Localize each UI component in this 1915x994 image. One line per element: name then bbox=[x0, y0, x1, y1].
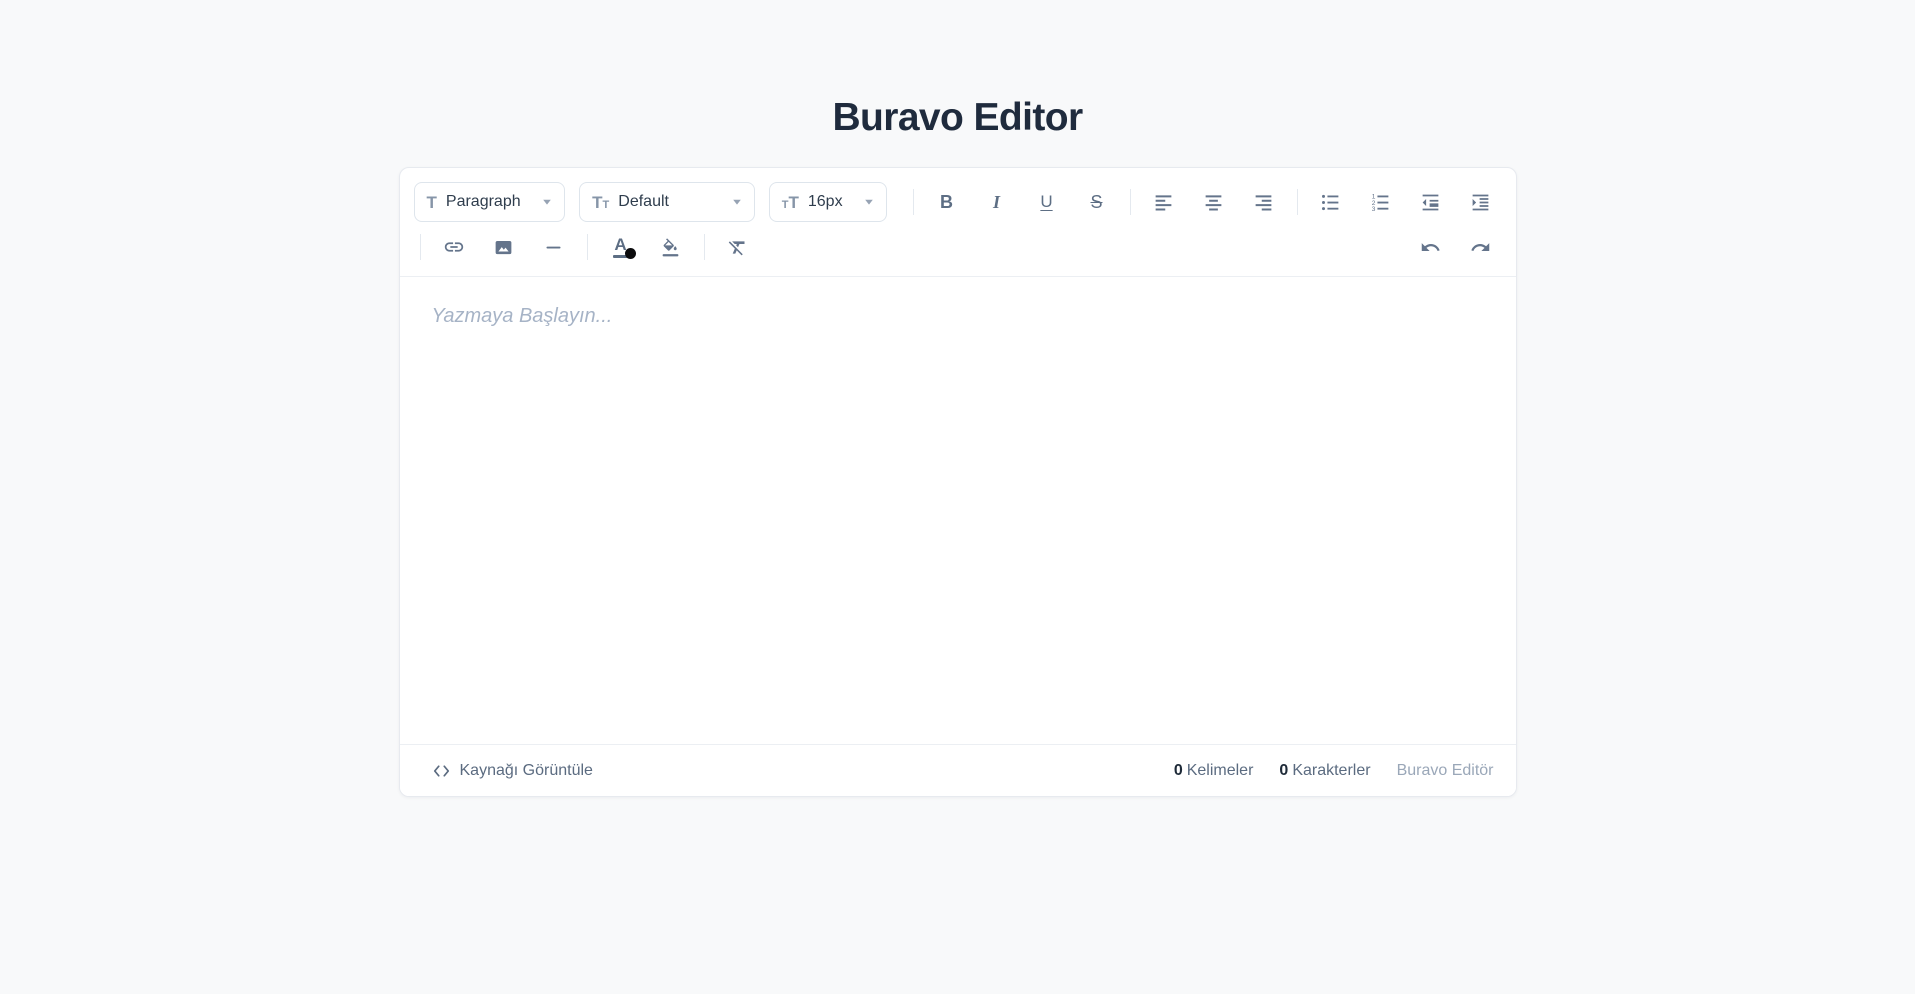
view-source-label: Kaynağı Görüntüle bbox=[460, 762, 593, 780]
link-button[interactable] bbox=[433, 230, 475, 264]
word-count-value: 0 bbox=[1174, 762, 1183, 779]
font-size-dropdown[interactable]: TT 16px bbox=[769, 182, 887, 222]
chevron-down-icon bbox=[542, 198, 552, 206]
toolbar-divider bbox=[704, 234, 705, 260]
horizontal-rule-button[interactable] bbox=[533, 230, 575, 264]
paragraph-style-value: Paragraph bbox=[446, 193, 521, 211]
horizontal-rule-icon bbox=[543, 237, 564, 258]
ordered-list-icon: 1 2 3 bbox=[1370, 192, 1391, 213]
toolbar-row-1: T Paragraph TT Default TT 16px bbox=[414, 182, 1502, 222]
font-size-icon: TT bbox=[782, 194, 799, 211]
image-button[interactable] bbox=[483, 230, 525, 264]
current-color-dot bbox=[625, 248, 636, 259]
strikethrough-icon: S bbox=[1090, 192, 1102, 213]
indent-button[interactable] bbox=[1460, 185, 1502, 219]
list-group: 1 2 3 bbox=[1310, 185, 1502, 219]
bold-icon: B bbox=[940, 192, 953, 213]
char-count-value: 0 bbox=[1279, 762, 1288, 779]
highlight-color-icon bbox=[660, 237, 681, 258]
unordered-list-icon bbox=[1320, 192, 1341, 213]
color-group: A bbox=[600, 230, 692, 264]
redo-icon bbox=[1470, 237, 1491, 258]
link-icon bbox=[443, 236, 465, 258]
text-color-button[interactable]: A bbox=[600, 230, 642, 264]
outdent-icon bbox=[1420, 192, 1441, 213]
align-right-icon bbox=[1253, 192, 1274, 213]
indent-icon bbox=[1470, 192, 1491, 213]
align-center-button[interactable] bbox=[1193, 185, 1235, 219]
align-group bbox=[1143, 185, 1285, 219]
ordered-list-icon-number: 3 bbox=[1372, 205, 1376, 212]
underline-button[interactable]: U bbox=[1026, 185, 1068, 219]
align-left-icon bbox=[1153, 192, 1174, 213]
ordered-list-button[interactable]: 1 2 3 bbox=[1360, 185, 1402, 219]
unordered-list-button[interactable] bbox=[1310, 185, 1352, 219]
view-source-button[interactable]: Kaynağı Görüntüle bbox=[432, 762, 593, 780]
text-style-icon: T bbox=[427, 194, 437, 211]
word-count-label: Kelimeler bbox=[1187, 762, 1254, 779]
underline-icon: U bbox=[1040, 192, 1052, 212]
toolbar-divider bbox=[1130, 189, 1131, 215]
toolbar-divider bbox=[587, 234, 588, 260]
brand-label: Buravo Editör bbox=[1397, 762, 1494, 780]
font-size-value: 16px bbox=[808, 193, 843, 211]
editor-footer: Kaynağı Görüntüle 0Kelimeler 0Karakterle… bbox=[400, 744, 1516, 796]
highlight-color-button[interactable] bbox=[650, 230, 692, 264]
format-group: B I U S bbox=[926, 185, 1118, 219]
editor-card: T Paragraph TT Default TT 16px bbox=[399, 167, 1517, 797]
outdent-button[interactable] bbox=[1410, 185, 1452, 219]
align-center-icon bbox=[1203, 192, 1224, 213]
strikethrough-button[interactable]: S bbox=[1076, 185, 1118, 219]
undo-icon bbox=[1420, 237, 1441, 258]
font-family-dropdown[interactable]: TT Default bbox=[579, 182, 755, 222]
toolbar-divider bbox=[1297, 189, 1298, 215]
editor-content-area[interactable]: Yazmaya Başlayın... bbox=[400, 277, 1516, 744]
toolbar-divider bbox=[420, 234, 421, 260]
editor-placeholder: Yazmaya Başlayın... bbox=[432, 305, 1484, 328]
align-right-button[interactable] bbox=[1243, 185, 1285, 219]
redo-button[interactable] bbox=[1460, 230, 1502, 264]
page: { "page": { "title": "Buravo Editor", "b… bbox=[0, 96, 1915, 994]
word-count: 0Kelimeler bbox=[1174, 762, 1254, 780]
align-left-button[interactable] bbox=[1143, 185, 1185, 219]
footer-stats: 0Kelimeler 0Karakterler Buravo Editör bbox=[1174, 762, 1494, 780]
clear-format-button[interactable] bbox=[717, 230, 759, 264]
chevron-down-icon bbox=[864, 198, 874, 206]
italic-button[interactable]: I bbox=[976, 185, 1018, 219]
italic-icon: I bbox=[993, 192, 1000, 213]
image-icon bbox=[493, 237, 514, 258]
char-count-label: Karakterler bbox=[1292, 762, 1370, 779]
toolbar-row-2: A bbox=[414, 230, 1502, 264]
insert-group bbox=[433, 230, 575, 264]
clear-format-icon bbox=[727, 237, 748, 258]
font-family-value: Default bbox=[618, 193, 669, 211]
page-title: Buravo Editor bbox=[0, 96, 1915, 140]
undo-button[interactable] bbox=[1410, 230, 1452, 264]
bold-button[interactable]: B bbox=[926, 185, 968, 219]
chevron-down-icon bbox=[732, 198, 742, 206]
toolbar: T Paragraph TT Default TT 16px bbox=[400, 168, 1516, 277]
char-count: 0Karakterler bbox=[1279, 762, 1370, 780]
toolbar-divider bbox=[913, 189, 914, 215]
paragraph-style-dropdown[interactable]: T Paragraph bbox=[414, 182, 566, 222]
history-group bbox=[1410, 230, 1502, 264]
code-icon bbox=[432, 763, 451, 779]
font-family-icon: TT bbox=[592, 194, 609, 211]
